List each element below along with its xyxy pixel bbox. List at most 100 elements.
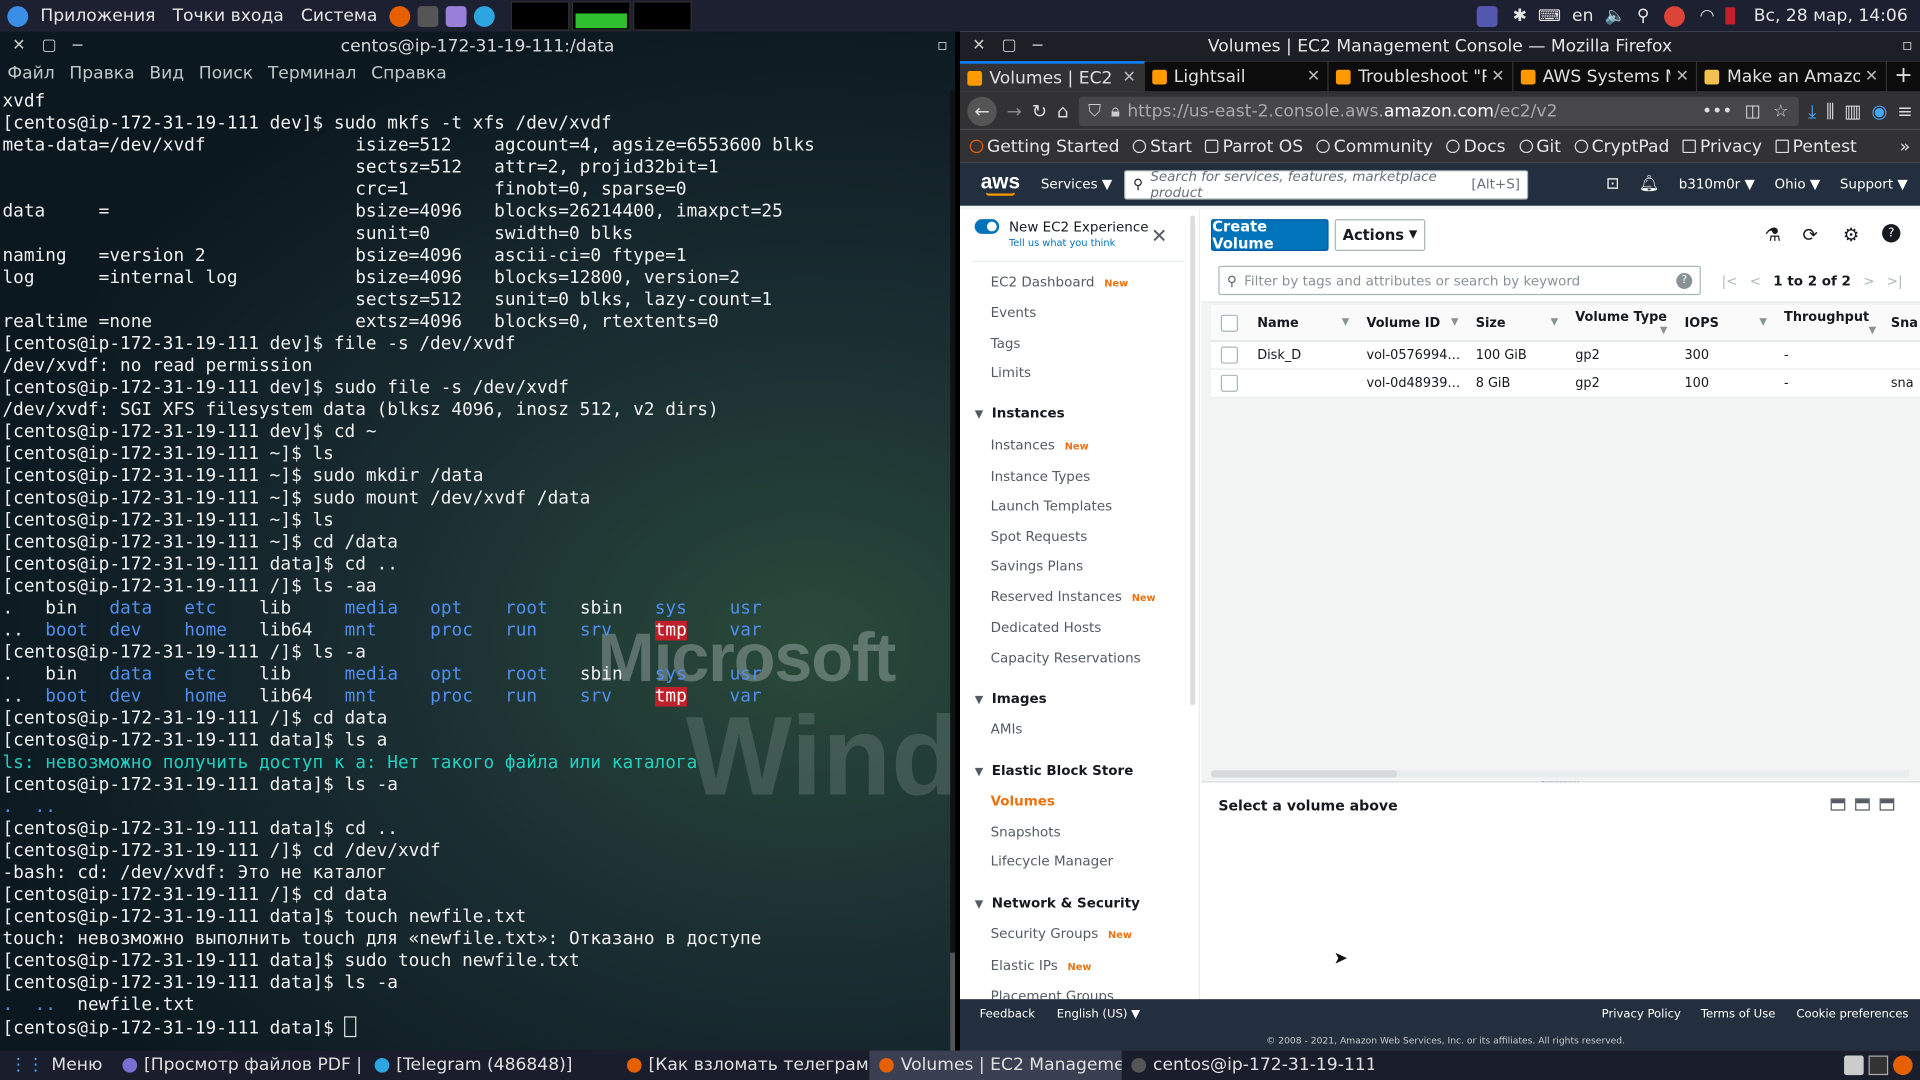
telegram-launcher-icon[interactable] [474, 5, 495, 27]
close-icon[interactable]: ✕ [12, 37, 25, 55]
nav-section-instances[interactable]: Instances [975, 405, 1065, 421]
notifications-bell-icon[interactable]: 🔔︎ [1639, 175, 1659, 193]
firefox-icon[interactable] [1893, 1055, 1913, 1076]
row-checkbox[interactable] [1211, 374, 1247, 392]
bookmark-pentest[interactable]: Pentest [1775, 137, 1857, 156]
terminal-menu-terminal[interactable]: Терминал [268, 64, 357, 91]
cloudshell-icon[interactable]: ⊡ [1606, 175, 1619, 193]
terminal-menu-search[interactable]: Поиск [199, 64, 253, 91]
tell-us-link[interactable]: Tell us what you think [1009, 238, 1115, 249]
nav-section-ebs[interactable]: Elastic Block Store [975, 763, 1134, 779]
support-menu[interactable]: Support ▼ [1840, 176, 1908, 192]
taskbar-item-browser[interactable]: [Как взломать телеграмм ... [617, 1051, 869, 1080]
nav-section-images[interactable]: Images [975, 691, 1047, 707]
bookmark-cryptpad[interactable]: CryptPad [1574, 137, 1669, 156]
bookmark-git[interactable]: Git [1519, 137, 1561, 156]
nav-amis[interactable]: AMIs [991, 721, 1023, 737]
filter-help-icon[interactable]: ? [1676, 272, 1693, 289]
location-icon[interactable]: ⚲ [1637, 6, 1650, 26]
wifi-icon[interactable]: ◠ [1700, 6, 1715, 26]
tab-aws-systems[interactable]: AWS Systems M ✕ [1513, 61, 1698, 92]
restore-icon[interactable]: ▫ [1902, 37, 1913, 55]
col-snapshot[interactable]: Sna [1883, 315, 1919, 330]
nav-reserved-instances[interactable]: Reserved Instances New [991, 589, 1156, 605]
nav-instance-types[interactable]: Instance Types [991, 469, 1091, 485]
flask-icon[interactable]: ⚗ [1764, 224, 1780, 246]
nav-ec2-dashboard[interactable]: EC2 Dashboard New [991, 274, 1129, 290]
bookmark-start[interactable]: Start [1132, 137, 1192, 156]
terminal-window[interactable]: Microsoft Wind ✕ ▢ − centos@ip-172-31-19… [0, 31, 956, 1051]
bookmark-getting-started[interactable]: Getting Started [969, 137, 1119, 156]
language-indicator[interactable]: en [1572, 6, 1593, 26]
clock[interactable]: Вс, 28 мар, 14:06 [1754, 6, 1908, 26]
url-bar[interactable]: ⛉ 🔒︎ https://us-east-2.console.aws. amazo… [1078, 96, 1799, 126]
feedback-link[interactable]: Feedback [980, 1008, 1035, 1021]
select-all-checkbox[interactable] [1211, 314, 1247, 332]
close-icon[interactable]: ✕ [1151, 224, 1167, 247]
forward-icon[interactable]: → [1007, 100, 1022, 122]
col-size[interactable]: Size ▼ [1466, 315, 1566, 330]
close-icon[interactable]: ✕ [972, 37, 985, 55]
reload-icon[interactable]: ↻ [1032, 100, 1047, 122]
shield-icon[interactable]: ⛉ [1088, 101, 1101, 121]
nav-events[interactable]: Events [991, 305, 1037, 321]
close-tab-icon[interactable]: ✕ [1122, 69, 1135, 87]
maximize-icon[interactable]: ▢ [42, 37, 57, 55]
row-checkbox[interactable] [1211, 346, 1247, 364]
terminal-menu-view[interactable]: Вид [149, 64, 184, 91]
terminal-menu-help[interactable]: Справка [371, 64, 447, 91]
minimize-icon[interactable]: − [1031, 37, 1044, 55]
nav-savings-plans[interactable]: Savings Plans [991, 558, 1084, 574]
col-name[interactable]: Name ▼ [1247, 315, 1356, 330]
layout-split-icon[interactable] [1855, 798, 1870, 811]
table-row[interactable]: Disk_D vol-0576994… 100 GiB gp2 300 - [1211, 342, 1920, 370]
last-page-icon[interactable]: >| [1887, 273, 1903, 289]
menu-system[interactable]: Система [292, 6, 386, 26]
close-tab-icon[interactable]: ✕ [1865, 67, 1878, 85]
nav-spot-requests[interactable]: Spot Requests [991, 529, 1088, 545]
tab-volumes[interactable]: Volumes | EC2 M ✕ [960, 61, 1145, 92]
parrot-logo-icon[interactable] [7, 5, 29, 27]
nav-capacity-reservations[interactable]: Capacity Reservations [991, 650, 1141, 666]
nav-lifecycle-manager[interactable]: Lifecycle Manager [991, 853, 1113, 869]
hamburger-menu-icon[interactable]: ≡ [1897, 100, 1912, 122]
bookmark-parrot-os[interactable]: Parrot OS [1205, 137, 1303, 156]
terminal-output[interactable]: xvdf [centos@ip-172-31-19-111 dev]$ sudo … [2, 91, 952, 1039]
taskbar-item-terminal[interactable]: centos@ip-172-31-19-111:... [1121, 1051, 1373, 1080]
col-volume-id[interactable]: Volume ID ▼ [1357, 315, 1466, 330]
nav-security-groups[interactable]: Security Groups New [991, 926, 1132, 942]
tab-troubleshoot[interactable]: Troubleshoot "P ✕ [1329, 61, 1514, 92]
refresh-icon[interactable]: ⟳ [1802, 224, 1817, 246]
tab-lightsail[interactable]: Lightsail ✕ [1144, 61, 1329, 92]
library-icon[interactable]: ⫼ [1826, 100, 1834, 122]
filter-input[interactable]: ⚲ Filter by tags and attributes or searc… [1218, 265, 1701, 296]
menu-places[interactable]: Точки входа [164, 6, 292, 26]
language-selector[interactable]: English (US) ▼ [1057, 1008, 1140, 1021]
nav-section-network-security[interactable]: Network & Security [975, 895, 1140, 911]
sidebar-icon[interactable]: ▥ [1844, 100, 1861, 122]
col-iops[interactable]: IOPS ▼ [1675, 315, 1775, 330]
sidebar-scrollbar[interactable] [1190, 215, 1196, 706]
create-volume-button[interactable]: Create Volume [1211, 218, 1329, 252]
terminal-launcher-icon[interactable] [417, 5, 439, 27]
page-actions-icon[interactable]: ••• [1702, 101, 1732, 121]
nav-elastic-ips[interactable]: Elastic IPs New [991, 958, 1092, 974]
battery-icon[interactable] [1725, 7, 1736, 25]
region-menu[interactable]: Ohio ▼ [1774, 176, 1820, 192]
keyboard-icon[interactable]: ⌨ [1538, 7, 1561, 25]
firefox-launcher-icon[interactable] [389, 5, 411, 27]
workspace-icon[interactable] [1844, 1055, 1864, 1076]
lock-icon[interactable]: 🔒︎ [1111, 101, 1120, 121]
col-throughput[interactable]: Throughput ▼ [1774, 310, 1883, 336]
help-icon[interactable]: ? [1882, 224, 1901, 243]
bluetooth-icon[interactable]: ✱ [1513, 6, 1527, 26]
close-tab-icon[interactable]: ✕ [1676, 67, 1689, 85]
maximize-icon[interactable]: ▢ [1002, 37, 1017, 55]
layout-bottom-icon[interactable] [1830, 798, 1846, 811]
account-menu[interactable]: b310m0r ▼ [1679, 176, 1755, 192]
nav-snapshots[interactable]: Snapshots [991, 824, 1061, 840]
menu-applications[interactable]: Приложения [32, 6, 164, 26]
col-volume-type[interactable]: Volume Type ▼ [1565, 310, 1674, 336]
chrome-icon[interactable] [1664, 5, 1685, 27]
prev-page-icon[interactable]: < [1750, 273, 1761, 289]
